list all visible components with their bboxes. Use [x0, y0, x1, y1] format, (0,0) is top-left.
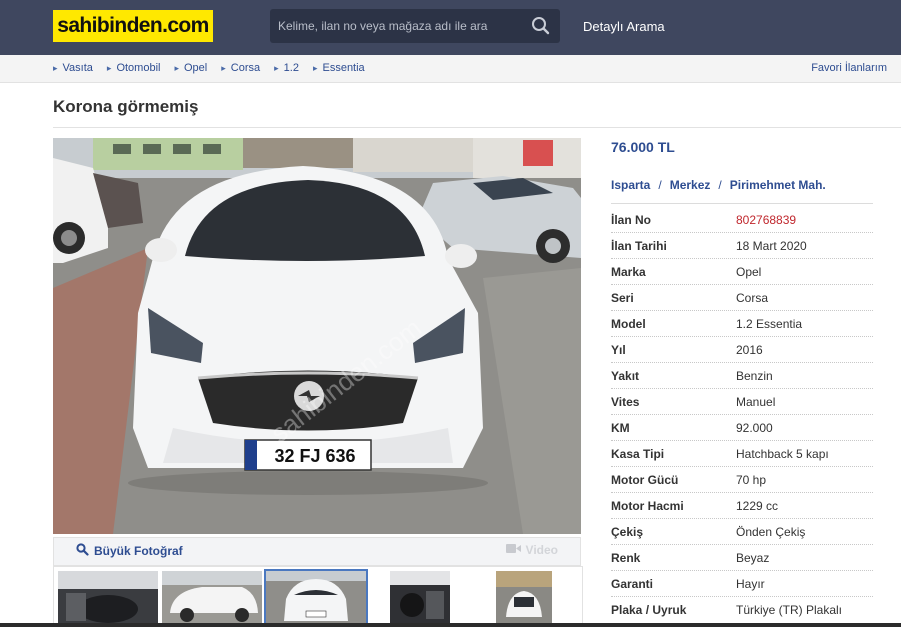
detail-value: 70 hp: [736, 473, 767, 487]
detail-row-plate-origin: Plaka / Uyruk Türkiye (TR) Plakalı: [611, 597, 873, 622]
listing-price: 76.000 TL: [611, 139, 675, 155]
detail-key: Motor Gücü: [611, 473, 679, 487]
detail-key: Kasa Tipi: [611, 447, 665, 461]
location-district[interactable]: Merkez: [670, 178, 711, 192]
detail-row-engine-volume: Motor Hacmi 1229 cc: [611, 493, 873, 519]
detail-row-warranty: Garanti Hayır: [611, 571, 873, 597]
breadcrumb-item-otomobil[interactable]: Otomobil: [107, 62, 160, 74]
photo-actions-bar: Büyük Fotoğraf Video: [53, 537, 581, 566]
listing-number: 802768839: [736, 213, 797, 227]
detail-row-gearbox: Vites Manuel: [611, 389, 873, 415]
location-neighborhood[interactable]: Pirimehmet Mah.: [730, 178, 826, 192]
listing-location: Isparta / Merkez / Pirimehmet Mah.: [611, 178, 826, 192]
detail-row-listing-no: İlan No 802768839: [611, 207, 873, 233]
detail-value: Beyaz: [736, 551, 770, 565]
thumbnail-interior-1[interactable]: [58, 571, 158, 625]
title-divider: [53, 127, 901, 128]
listing-details-table: İlan No 802768839 İlan Tarihi 18 Mart 2020…: [611, 207, 873, 622]
detail-key: Vites: [611, 395, 640, 409]
breadcrumb-item-essentia[interactable]: Essentia: [313, 62, 364, 74]
thumbnail-strip: [53, 566, 583, 627]
detail-row-body-type: Kasa Tipi Hatchback 5 kapı: [611, 441, 873, 467]
detail-key: Plaka / Uyruk: [611, 603, 687, 617]
detail-row-brand: Marka Opel: [611, 259, 873, 285]
thumbnail-side-view[interactable]: [162, 571, 262, 625]
video-label: Video: [525, 543, 558, 557]
breadcrumb-item-1-2[interactable]: 1.2: [274, 62, 299, 74]
magnifier-icon: [76, 543, 89, 559]
search-icon[interactable]: [530, 16, 552, 36]
detail-value: Hayır: [736, 577, 765, 591]
location-separator: /: [658, 178, 662, 192]
detail-row-km: KM 92.000: [611, 415, 873, 441]
license-plate: 32 FJ 636: [274, 446, 355, 466]
site-logo[interactable]: sahibinden.com: [53, 10, 213, 42]
detail-key: İlan Tarihi: [611, 239, 667, 253]
detail-key: Yıl: [611, 343, 626, 357]
detail-value: Hatchback 5 kapı: [736, 447, 829, 461]
breadcrumb-item-corsa[interactable]: Corsa: [221, 62, 260, 74]
detail-value: Opel: [736, 265, 762, 279]
thumbnail-rear-view[interactable]: [496, 571, 552, 625]
detailed-search-link[interactable]: Detaylı Arama: [583, 19, 665, 34]
detail-value: Corsa: [736, 291, 769, 305]
big-photo-label: Büyük Fotoğraf: [94, 544, 183, 558]
video-link[interactable]: Video: [505, 543, 558, 557]
detail-row-fuel: Yakıt Benzin: [611, 363, 873, 389]
thumbnail-front-view[interactable]: [264, 569, 368, 627]
breadcrumb-item-opel[interactable]: Opel: [174, 62, 207, 74]
detail-row-engine-power: Motor Gücü 70 hp: [611, 467, 873, 493]
video-camera-icon: [505, 543, 521, 557]
favorite-listings-link[interactable]: Favori İlanlarım: [811, 62, 887, 74]
detail-row-color: Renk Beyaz: [611, 545, 873, 571]
breadcrumb-bar: Vasıta Otomobil Opel Corsa 1.2 Essentia …: [0, 55, 901, 83]
breadcrumb: Vasıta Otomobil Opel Corsa 1.2 Essentia: [53, 62, 379, 74]
listing-title: Korona görmemiş: [53, 97, 199, 116]
detail-key: Garanti: [611, 577, 654, 591]
detail-value: Önden Çekiş: [736, 525, 806, 539]
detail-row-listing-date: İlan Tarihi 18 Mart 2020: [611, 233, 873, 259]
detail-value: 1.2 Essentia: [736, 317, 803, 331]
detail-key: Motor Hacmi: [611, 499, 684, 513]
detail-key: Yakıt: [611, 369, 640, 383]
detail-row-series: Seri Corsa: [611, 285, 873, 311]
top-header: sahibinden.com Detaylı Arama: [0, 0, 901, 55]
info-divider: [611, 203, 873, 204]
breadcrumb-item-vasita[interactable]: Vasıta: [53, 62, 93, 74]
big-photo-link[interactable]: Büyük Fotoğraf: [76, 543, 183, 559]
detail-key: Seri: [611, 291, 634, 305]
detail-value: 2016: [736, 343, 763, 357]
location-city[interactable]: Isparta: [611, 178, 650, 192]
detail-row-drivetrain: Çekiş Önden Çekiş: [611, 519, 873, 545]
detail-value: 92.000: [736, 421, 773, 435]
detail-key: Marka: [611, 265, 646, 279]
detail-value: 18 Mart 2020: [736, 239, 807, 253]
detail-key: Çekiş: [611, 525, 644, 539]
detail-value: Türkiye (TR) Plakalı: [736, 603, 843, 617]
detail-value: Benzin: [736, 369, 773, 383]
detail-row-year: Yıl 2016: [611, 337, 873, 363]
detail-row-model: Model 1.2 Essentia: [611, 311, 873, 337]
detail-key: KM: [611, 421, 630, 435]
thumbnail-interior-2[interactable]: [390, 571, 450, 625]
detail-value: 1229 cc: [736, 499, 779, 513]
search-input[interactable]: [270, 9, 528, 43]
search-box: [270, 9, 560, 43]
detail-key: Renk: [611, 551, 641, 565]
detail-value: Manuel: [736, 395, 776, 409]
detail-key: Model: [611, 317, 646, 331]
location-separator: /: [718, 178, 722, 192]
detail-key: İlan No: [611, 213, 652, 227]
main-car-photo[interactable]: 32 FJ 636 sahibinden.com: [53, 138, 581, 534]
bottom-edge-bar: [0, 623, 901, 627]
